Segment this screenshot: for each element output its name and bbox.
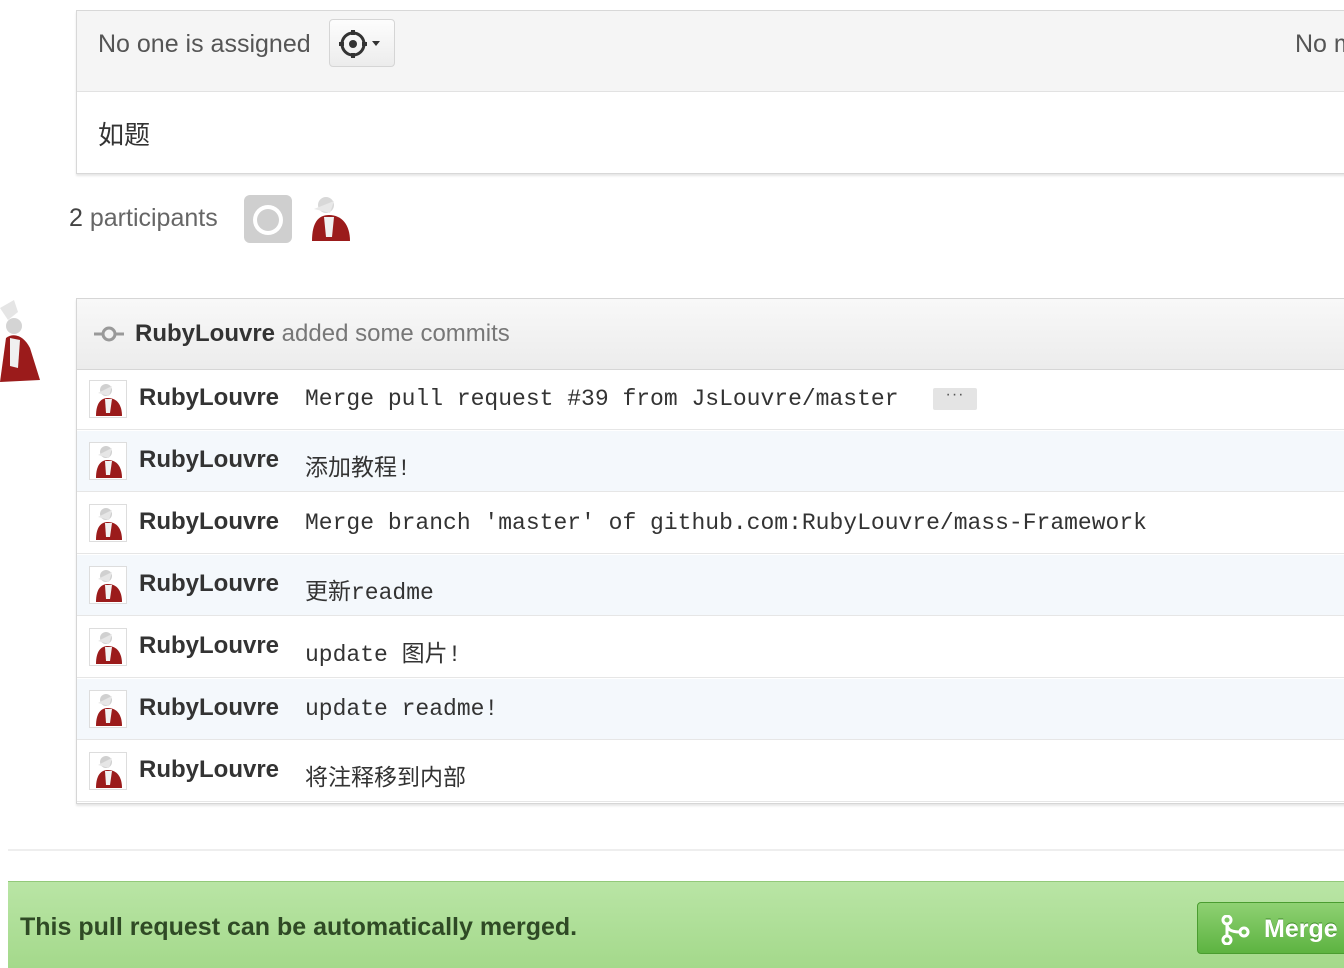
merge-button-label: Merge — [1264, 915, 1338, 943]
commit-row: RubyLouvre 将注释移到内部 — [77, 741, 1344, 802]
milestone-text: No m — [1295, 30, 1344, 58]
commits-header: RubyLouvre added some commits — [77, 299, 1344, 370]
participant-avatar[interactable] — [304, 193, 354, 243]
commit-author-avatar[interactable] — [89, 380, 127, 418]
merge-status-text: This pull request can be automatically m… — [20, 913, 578, 941]
commits-header-text: RubyLouvre added some commits — [135, 320, 510, 348]
commit-message[interactable]: Merge branch 'master' of github.com:Ruby… — [305, 510, 1147, 536]
issue-body: 如题 — [98, 120, 151, 150]
merge-status-bar: This pull request can be automatically m… — [8, 881, 1344, 968]
commits-box: RubyLouvre added some commits RubyLouvre… — [76, 298, 1344, 804]
merge-button[interactable]: Merge — [1197, 902, 1344, 954]
author-avatar[interactable] — [0, 298, 50, 388]
commit-author[interactable]: RubyLouvre — [139, 694, 279, 722]
commit-author[interactable]: RubyLouvre — [139, 570, 279, 598]
commit-author-avatar[interactable] — [89, 504, 127, 542]
participant-avatar[interactable] — [244, 195, 292, 243]
commit-author[interactable]: RubyLouvre — [139, 756, 279, 784]
commit-message[interactable]: 更新readme — [305, 572, 434, 606]
participants-count: 2 — [69, 204, 83, 232]
commit-author-avatar[interactable] — [89, 628, 127, 666]
issue-box: No one is assigned No m 如题 — [76, 10, 1344, 174]
commit-row: RubyLouvre 更新readme — [77, 555, 1344, 616]
participants-label: 2 participants — [69, 204, 218, 233]
commit-row: RubyLouvre update readme! — [77, 679, 1344, 740]
commit-message[interactable]: 添加教程! — [305, 448, 411, 482]
commit-message[interactable]: update readme! — [305, 696, 498, 722]
commit-author-avatar[interactable] — [89, 690, 127, 728]
commits-header-author[interactable]: RubyLouvre — [135, 320, 275, 347]
assignee-settings-button[interactable] — [329, 19, 395, 67]
commit-row: RubyLouvre Merge pull request #39 from Js… — [77, 369, 1344, 430]
commit-author-avatar[interactable] — [89, 752, 127, 790]
commit-author[interactable]: RubyLouvre — [139, 508, 279, 536]
octocat-icon — [253, 205, 283, 235]
gear-icon — [339, 30, 367, 58]
commit-message[interactable]: update 图片! — [305, 634, 461, 668]
commit-message[interactable]: 将注释移到内部 — [305, 758, 466, 792]
commit-author[interactable]: RubyLouvre — [139, 384, 279, 412]
commit-author[interactable]: RubyLouvre — [139, 446, 279, 474]
divider — [8, 849, 1344, 851]
commit-author-avatar[interactable] — [89, 566, 127, 604]
commit-author-avatar[interactable] — [89, 442, 127, 480]
issue-meta-bar: No one is assigned No m — [77, 11, 1344, 92]
commit-author[interactable]: RubyLouvre — [139, 632, 279, 660]
commit-row: RubyLouvre Merge branch 'master' of githu… — [77, 493, 1344, 554]
commit-row: RubyLouvre update 图片! — [77, 617, 1344, 678]
participants-text: participants — [89, 204, 218, 232]
commit-row: RubyLouvre 添加教程! — [77, 431, 1344, 492]
git-merge-icon — [1221, 915, 1250, 945]
assignee-text: No one is assigned — [98, 30, 311, 58]
expand-commit-message-button[interactable]: ··· — [933, 387, 977, 410]
commits-header-suffix: added some commits — [275, 320, 510, 347]
chevron-down-icon — [372, 41, 380, 46]
git-commit-icon — [94, 326, 124, 342]
commit-message[interactable]: Merge pull request #39 from JsLouvre/mas… — [305, 386, 899, 412]
